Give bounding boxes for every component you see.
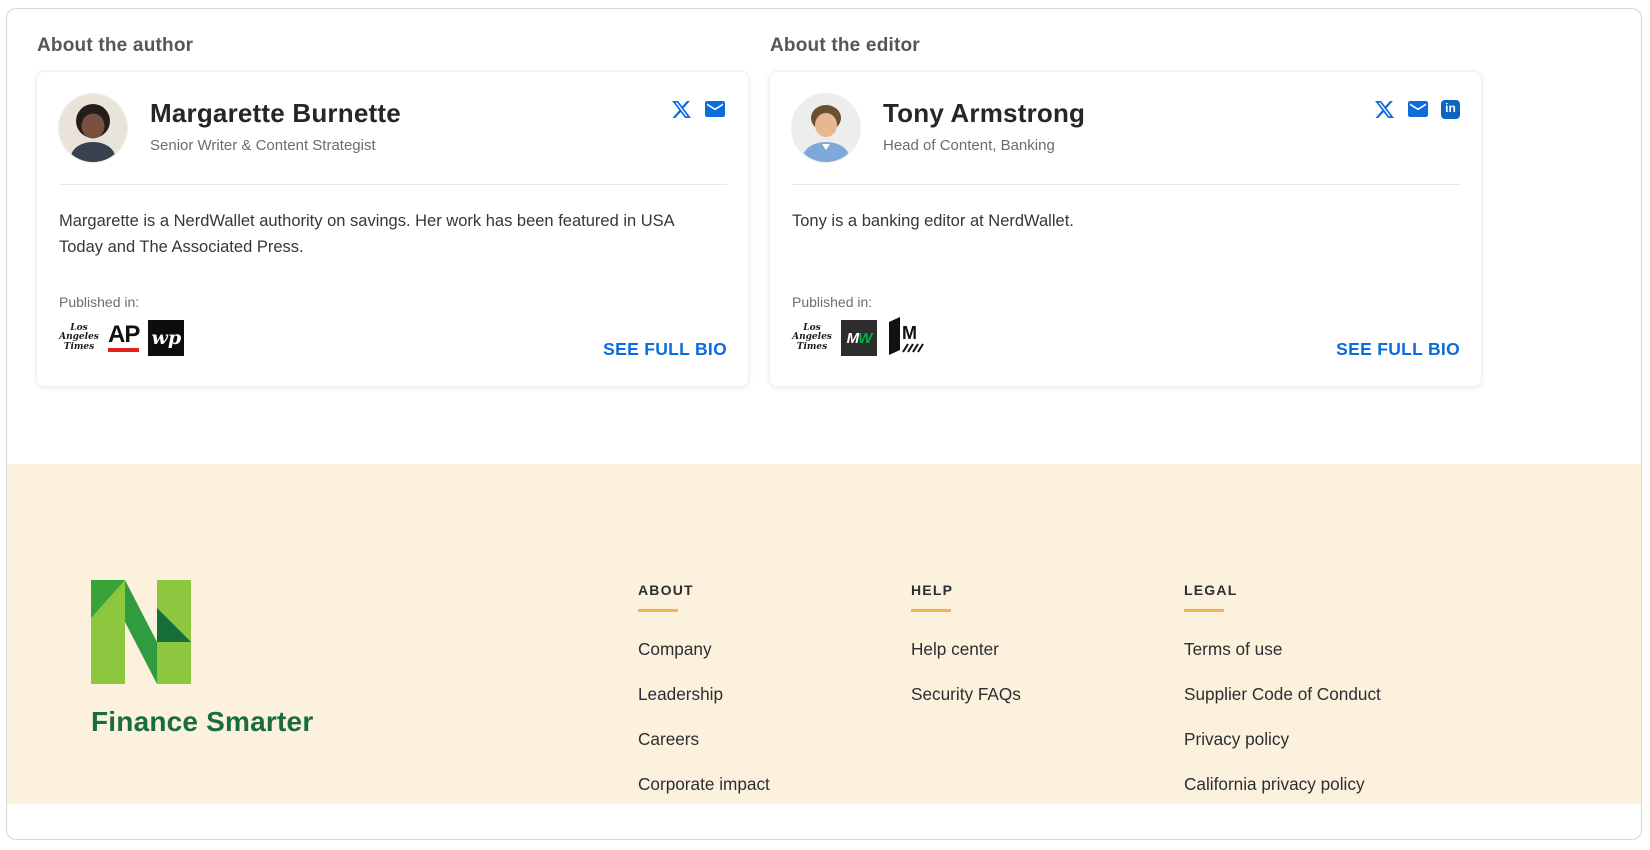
footer-column-about: ABOUT Company Leadership Careers Corpora… [638,582,898,819]
footer-link-california-privacy[interactable]: California privacy policy [1184,774,1444,795]
nerdwallet-logo[interactable] [91,579,191,690]
editor-published-block: Published in: Los Angeles Times MW M [792,294,930,357]
editor-card-header: Tony Armstrong Head of Content, Banking … [792,94,1460,162]
la-times-logo: Los Angeles Times [792,324,832,353]
la-times-logo: Los Angeles Times [59,324,99,353]
email-icon[interactable] [703,97,727,121]
editor-publication-logos: Los Angeles Times MW M [792,319,930,357]
footer-link-security-faqs[interactable]: Security FAQs [911,684,1171,705]
footer-heading-help: HELP [911,582,1171,598]
card-divider [792,184,1460,185]
see-full-bio-link[interactable]: SEE FULL BIO [1336,339,1460,360]
footer-column-help: HELP Help center Security FAQs [911,582,1171,729]
author-name: Margarette Burnette [150,98,401,129]
footer-heading-about: ABOUT [638,582,898,598]
finance-smarter-tagline: Finance Smarter [91,706,313,738]
footer-column-legal: LEGAL Terms of use Supplier Code of Cond… [1184,582,1444,819]
footer-heading-legal: LEGAL [1184,582,1444,598]
author-card: Margarette Burnette Senior Writer & Cont… [36,71,749,387]
gold-rule [638,609,678,612]
editor-role: Head of Content, Banking [883,137,1085,154]
author-info: Margarette Burnette Senior Writer & Cont… [150,94,401,154]
editor-info: Tony Armstrong Head of Content, Banking [883,94,1085,154]
x-icon[interactable] [671,99,692,120]
footer-link-help-center[interactable]: Help center [911,639,1171,660]
svg-text:M: M [902,323,917,343]
page-window: About the author Margarette Burnette S [6,8,1642,840]
marketwatch-logo: MW [841,320,877,356]
footer-link-company[interactable]: Company [638,639,898,660]
author-bio: Margarette is a NerdWallet authority on … [59,208,716,260]
footer-link-leadership[interactable]: Leadership [638,684,898,705]
washington-post-logo: wp [148,320,184,356]
gold-rule [1184,609,1224,612]
footer-link-privacy-policy[interactable]: Privacy policy [1184,729,1444,750]
author-avatar-image [59,94,127,162]
author-role: Senior Writer & Content Strategist [150,137,401,154]
footer-link-corporate-impact[interactable]: Corporate impact [638,774,898,795]
editor-bio: Tony is a banking editor at NerdWallet. [792,208,1449,234]
about-editor-heading: About the editor [770,35,920,57]
see-full-bio-link[interactable]: SEE FULL BIO [603,339,727,360]
author-card-header: Margarette Burnette Senior Writer & Cont… [59,94,727,162]
footer-link-terms-of-use[interactable]: Terms of use [1184,639,1444,660]
editor-avatar [792,94,860,162]
footer-link-supplier-code[interactable]: Supplier Code of Conduct [1184,684,1444,705]
author-social-links [671,97,727,121]
author-published-block: Published in: Los Angeles Times AP wp [59,294,184,357]
gold-rule [911,609,951,612]
linkedin-icon[interactable]: in [1441,100,1460,119]
m-publication-logo: M [886,317,930,360]
editor-social-links: in [1374,97,1460,121]
site-footer: Finance Smarter ABOUT Company Leadership… [7,464,1641,804]
email-icon[interactable] [1406,97,1430,121]
footer-link-careers[interactable]: Careers [638,729,898,750]
editor-avatar-image [792,94,860,162]
about-author-heading: About the author [37,35,193,57]
published-in-label: Published in: [792,294,930,310]
x-icon[interactable] [1374,99,1395,120]
editor-name: Tony Armstrong [883,98,1085,129]
editor-card: Tony Armstrong Head of Content, Banking … [769,71,1482,387]
associated-press-logo: AP [108,324,139,352]
author-publication-logos: Los Angeles Times AP wp [59,319,184,357]
author-avatar [59,94,127,162]
published-in-label: Published in: [59,294,184,310]
card-divider [59,184,727,185]
